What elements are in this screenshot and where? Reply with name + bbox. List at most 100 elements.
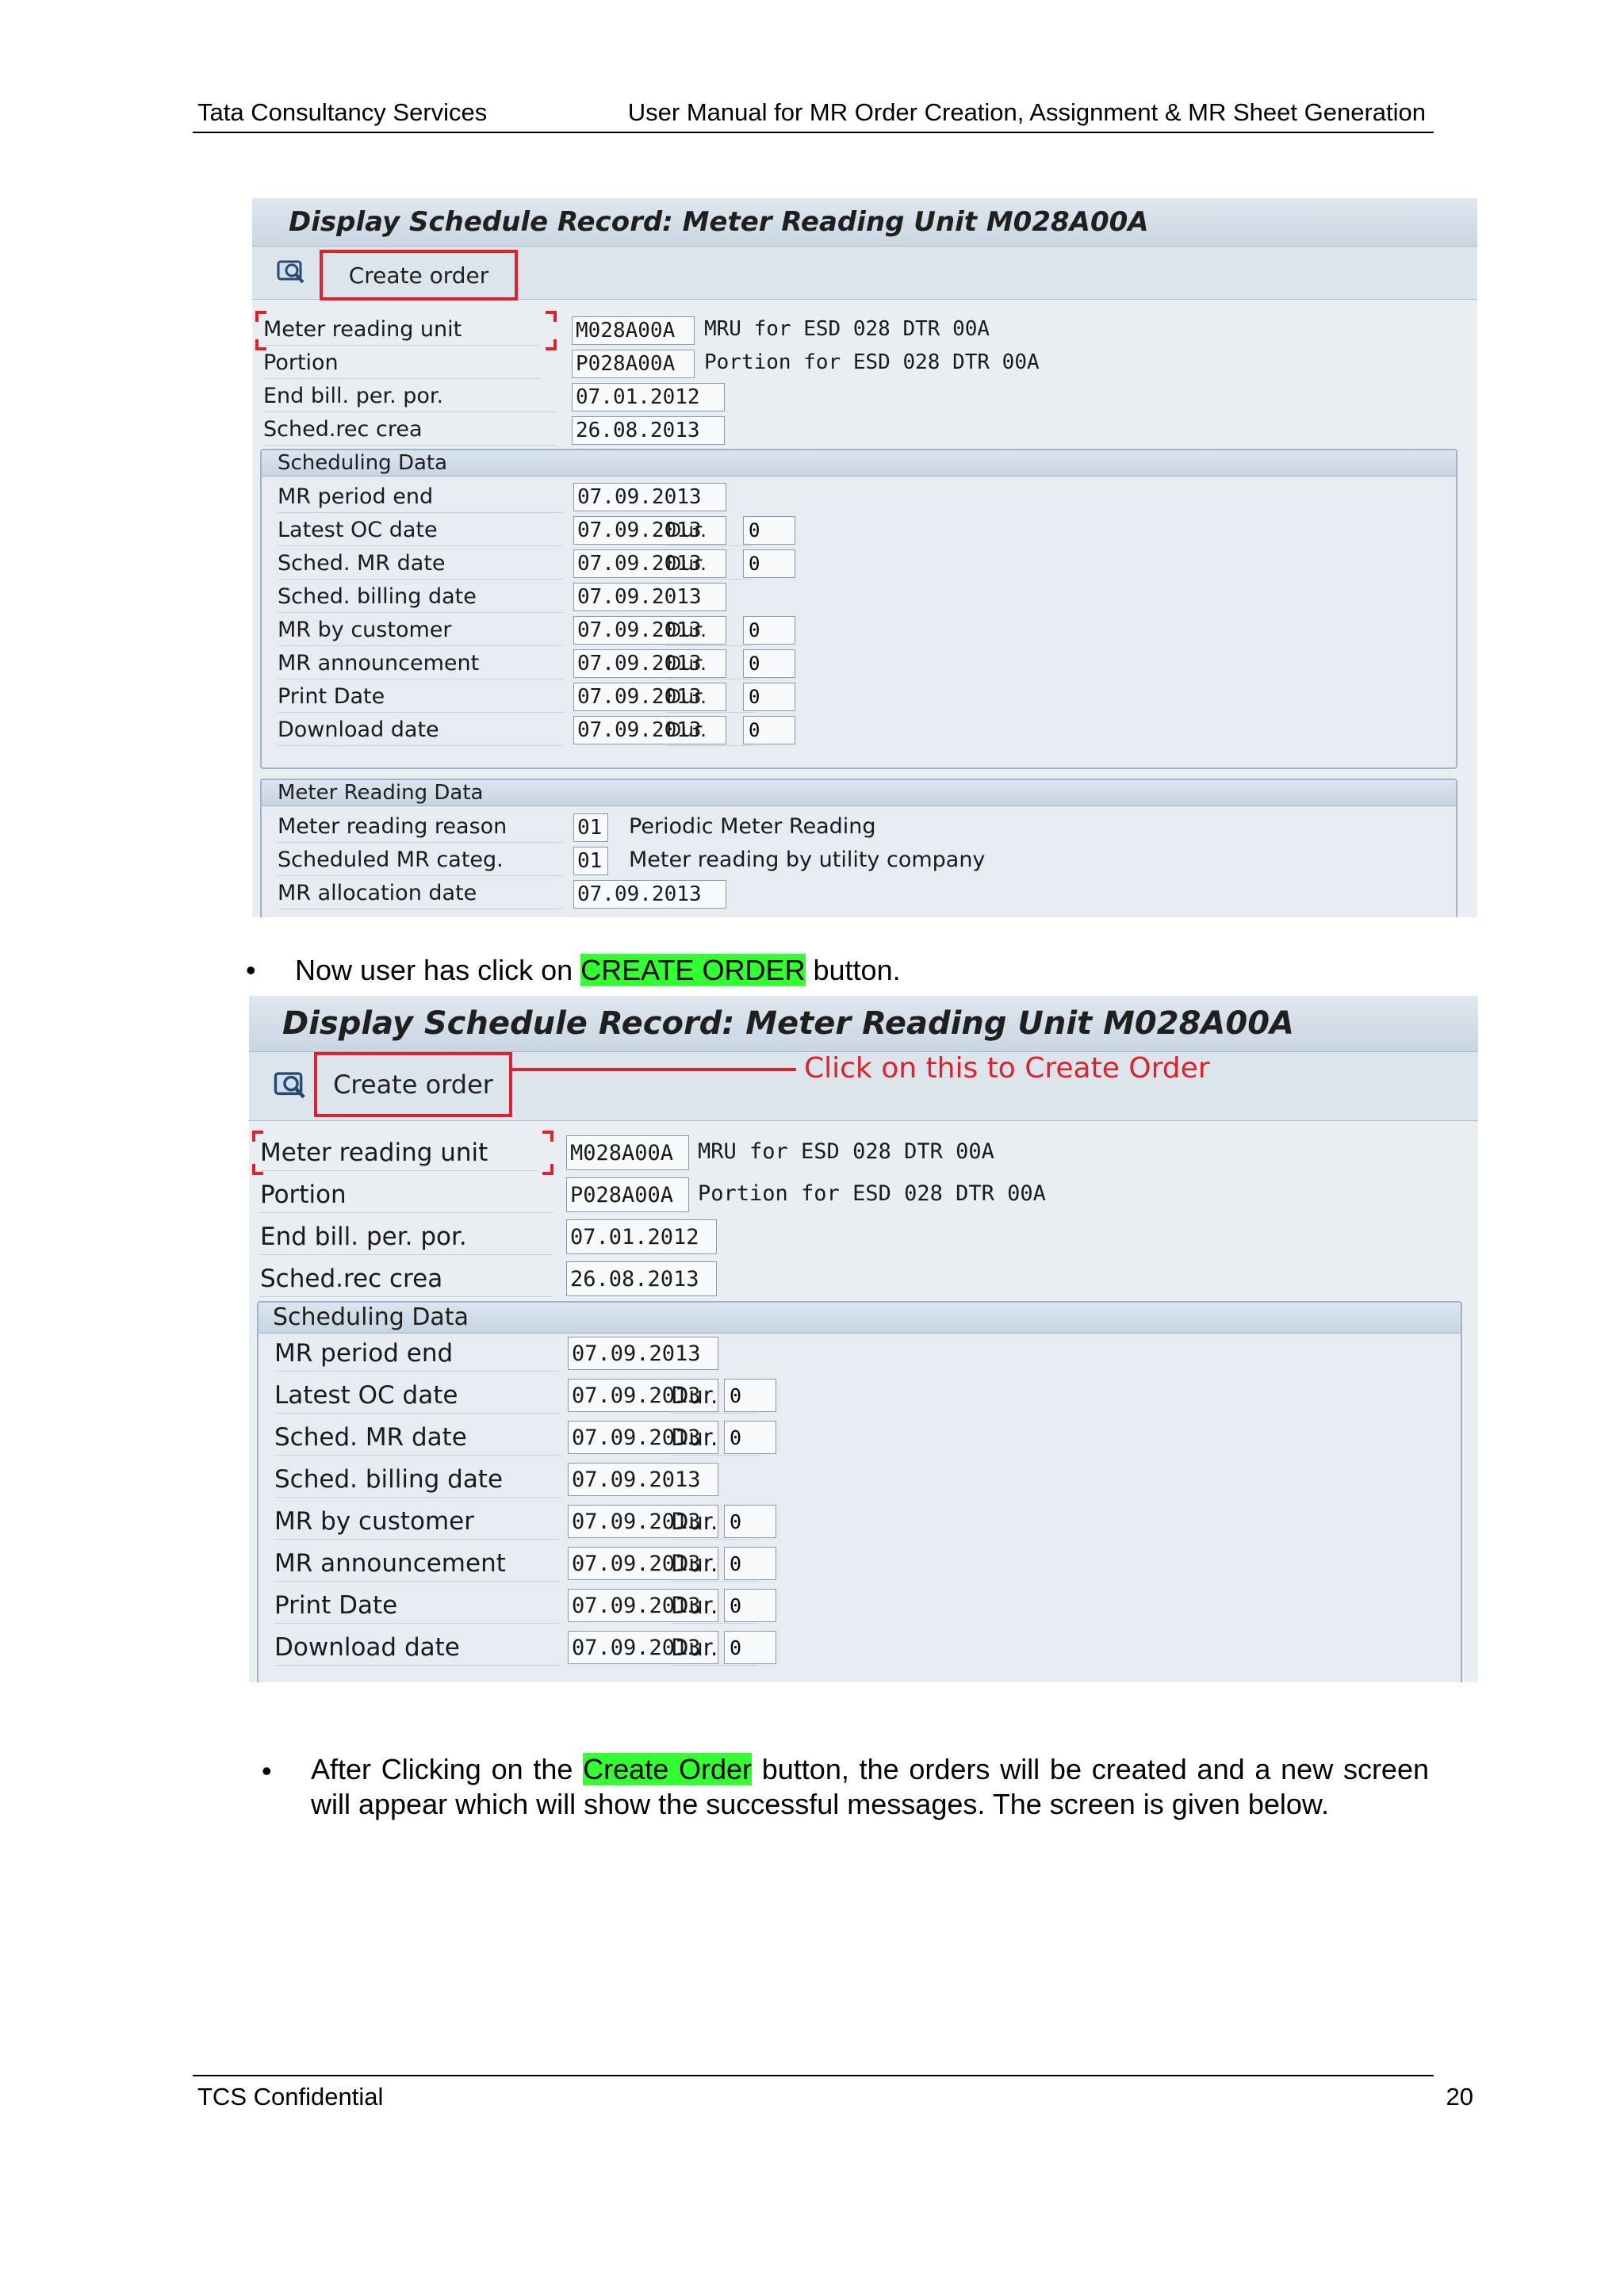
duration-field[interactable]: 0 (743, 516, 795, 545)
sched-rec-created-field[interactable]: 26.08.2013 (572, 416, 725, 445)
mru-field[interactable]: M028A00A (572, 316, 695, 345)
schedule-row-label: Download date (274, 1630, 560, 1666)
scheduling-data-group: Scheduling Data MR period end 07.09.2013 L… (260, 449, 1457, 769)
mr-reason-label: Meter reading reason (278, 812, 563, 843)
paragraph-text: After Clicking on the (311, 1753, 584, 1785)
duration-field[interactable]: 0 (743, 616, 795, 645)
schedule-row-label: Sched. billing date (278, 582, 563, 613)
duration-field[interactable]: 0 (743, 649, 795, 678)
schedule-row-label: MR period end (274, 1336, 560, 1372)
required-marker (542, 1131, 553, 1142)
mr-allocation-field[interactable]: 07.09.2013 (573, 880, 726, 909)
mr-category-field[interactable]: 01 (573, 847, 608, 875)
instruction-text: Now user has click on (295, 954, 581, 986)
schedule-row-label: MR by customer (274, 1504, 560, 1540)
sched-rec-created-label: Sched.rec crea (260, 1261, 553, 1297)
schedule-row-label: MR by customer (278, 615, 563, 646)
sched-rec-created-label: Sched.rec crea (263, 415, 557, 446)
instruction-text-end: button. (805, 954, 901, 986)
required-marker (542, 1164, 553, 1175)
mr-reason-description: Periodic Meter Reading (629, 814, 876, 839)
page-footer: TCS Confidential 20 (193, 2075, 1473, 2110)
required-marker (546, 339, 557, 350)
end-bill-period-label: End bill. per. por. (263, 381, 557, 412)
schedule-row-date-field[interactable]: 07.09.2013 (573, 583, 726, 611)
header-document-title: User Manual for MR Order Creation, Assig… (627, 98, 1426, 126)
mr-allocation-label: MR allocation date (278, 878, 563, 909)
duration-field[interactable]: 0 (724, 1379, 776, 1412)
end-bill-period-field[interactable]: 07.01.2012 (572, 383, 725, 411)
screenshot-1: Display Schedule Record: Meter Reading U… (252, 198, 1477, 917)
portion-description: Portion for ESD 028 DTR 00A (704, 350, 1040, 374)
scheduling-data-title: Scheduling Data (262, 450, 1456, 476)
create-order-button[interactable]: Create order (314, 1052, 512, 1117)
screenshot-2: Display Schedule Record: Meter Reading U… (249, 996, 1478, 1682)
duration-field[interactable]: 0 (724, 1631, 776, 1664)
mru-label: Meter reading unit (260, 1135, 538, 1171)
highlighted-create-order: Create Order (583, 1753, 752, 1785)
duration-field[interactable]: 0 (724, 1421, 776, 1454)
duration-field[interactable]: 0 (724, 1589, 776, 1622)
display-icon[interactable] (276, 258, 308, 289)
duration-field[interactable]: 0 (743, 683, 795, 711)
schedule-row-date-field[interactable]: 07.09.2013 (573, 483, 726, 511)
footer-confidential: TCS Confidential (197, 2083, 384, 2110)
mru-label: Meter reading unit (263, 315, 541, 346)
screen-title: Display Schedule Record: Meter Reading U… (249, 996, 1478, 1052)
page-number: 20 (1446, 2083, 1473, 2110)
annotation-arrow-line (512, 1068, 796, 1071)
schedule-row-date-field[interactable]: 07.09.2013 (568, 1463, 718, 1496)
toolbar: Create order Click on this to Create Ord… (249, 1052, 1478, 1121)
schedule-row-label: Download date (278, 715, 563, 746)
end-bill-period-label: End bill. per. por. (260, 1219, 553, 1255)
mr-reason-field[interactable]: 01 (573, 813, 608, 842)
create-order-button[interactable]: Create order (320, 250, 518, 300)
duration-field[interactable]: 0 (743, 549, 795, 578)
duration-label: Dur. (666, 515, 753, 546)
schedule-row-label: Print Date (278, 682, 563, 713)
duration-field[interactable]: 0 (743, 716, 795, 744)
instruction-paragraph: After Clicking on the Create Order butto… (311, 1752, 1429, 1822)
duration-label: Dur. (666, 549, 753, 580)
duration-label: Dur. (666, 682, 753, 713)
scheduling-data-title: Scheduling Data (259, 1303, 1461, 1334)
mru-description: MRU for ESD 028 DTR 00A (698, 1139, 994, 1164)
page-header: Tata Consultancy Services User Manual fo… (193, 97, 1434, 133)
highlighted-create-order: CREATE ORDER (580, 954, 806, 986)
meter-reading-data-group: Meter Reading Data Meter reading reason … (260, 779, 1457, 917)
mr-category-description: Meter reading by utility company (629, 848, 986, 872)
duration-label: Dur. (666, 715, 753, 746)
meter-reading-data-title: Meter Reading Data (262, 780, 1456, 806)
mru-field[interactable]: M028A00A (566, 1135, 689, 1170)
portion-description: Portion for ESD 028 DTR 00A (698, 1181, 1046, 1206)
sched-rec-created-field[interactable]: 26.08.2013 (566, 1261, 717, 1296)
schedule-row-label: Sched. billing date (274, 1462, 560, 1498)
schedule-row-label: Sched. MR date (274, 1420, 560, 1456)
screen-title: Display Schedule Record: Meter Reading U… (252, 198, 1477, 247)
schedule-row-label: MR announcement (274, 1546, 560, 1582)
schedule-row-label: Sched. MR date (278, 549, 563, 580)
portion-field[interactable]: P028A00A (566, 1177, 689, 1212)
display-icon[interactable] (273, 1070, 309, 1105)
schedule-row-label: MR announcement (278, 649, 563, 679)
schedule-row-label: Print Date (274, 1588, 560, 1624)
duration-field[interactable]: 0 (724, 1505, 776, 1538)
header-company: Tata Consultancy Services (197, 98, 488, 126)
mr-category-label: Scheduled MR categ. (278, 845, 563, 876)
bullet-dot: • (262, 1755, 272, 1787)
schedule-row-label: MR period end (278, 482, 563, 513)
required-marker (546, 311, 557, 322)
schedule-row-label: Latest OC date (274, 1378, 560, 1414)
annotation-text: Click on this to Create Order (804, 1052, 1210, 1085)
portion-field[interactable]: P028A00A (572, 350, 695, 378)
bullet-dot: • (246, 954, 256, 986)
end-bill-period-field[interactable]: 07.01.2012 (566, 1219, 717, 1254)
mru-description: MRU for ESD 028 DTR 00A (704, 317, 990, 341)
duration-field[interactable]: 0 (724, 1547, 776, 1580)
duration-label: Dur. (666, 615, 753, 646)
schedule-row-label: Latest OC date (278, 515, 563, 546)
toolbar: Create order (252, 247, 1477, 300)
schedule-row-date-field[interactable]: 07.09.2013 (568, 1337, 718, 1370)
portion-label: Portion (260, 1177, 553, 1213)
duration-label: Dur. (666, 649, 753, 679)
